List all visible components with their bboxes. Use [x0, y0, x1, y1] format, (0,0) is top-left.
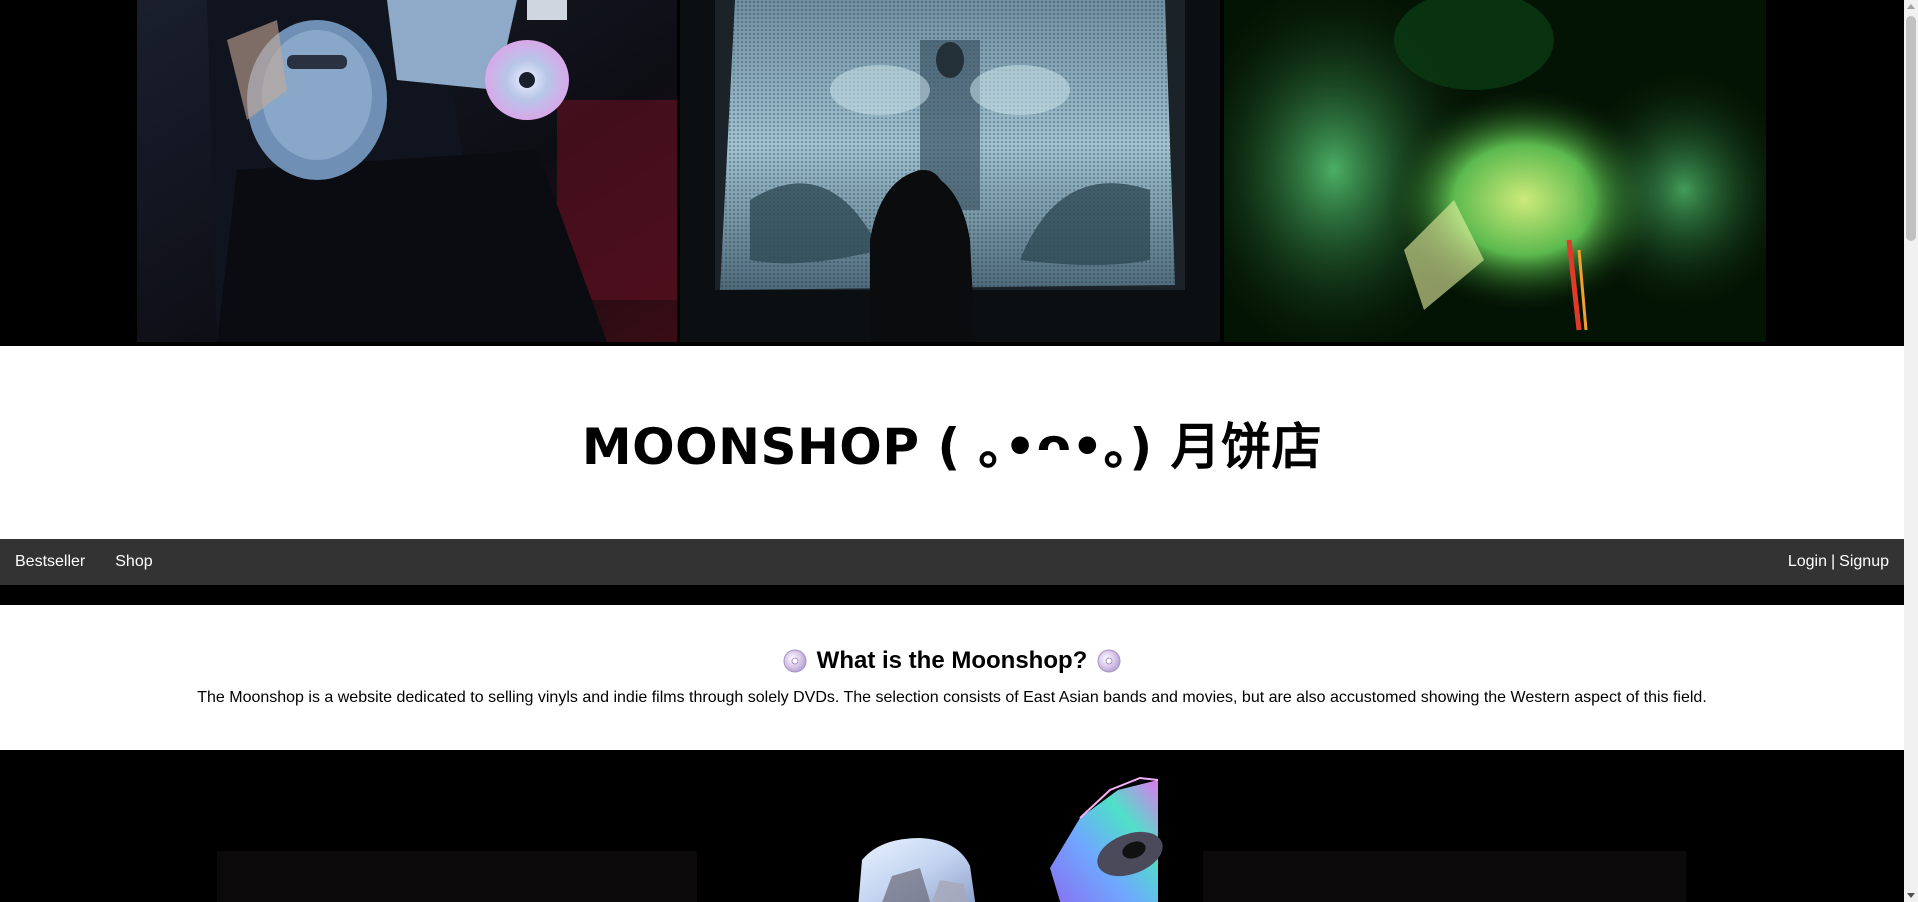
- featured-panel-left: [217, 851, 697, 902]
- cd-disc-icon: [783, 649, 807, 673]
- scroll-thumb[interactable]: [1906, 16, 1916, 241]
- vertical-scrollbar[interactable]: [1904, 0, 1918, 902]
- scroll-down-arrow-icon[interactable]: [1907, 893, 1915, 898]
- nav-links: Bestseller Shop: [0, 539, 168, 585]
- hero-image-green-blur: [1224, 0, 1766, 342]
- featured-panel-right: [1203, 851, 1686, 902]
- top-navbar: Bestseller Shop Login | Signup: [0, 539, 1904, 585]
- about-heading: What is the Moonshop?: [0, 647, 1904, 675]
- nav-link-shop[interactable]: Shop: [100, 539, 167, 585]
- hero-banner: [0, 0, 1904, 346]
- hero-image-screen-angel: [680, 0, 1220, 342]
- nav-link-bestseller[interactable]: Bestseller: [0, 539, 100, 585]
- auth-links: Login | Signup: [1788, 553, 1904, 571]
- hero-image-cd-player: [137, 0, 677, 342]
- about-description: The Moonshop is a website dedicated to s…: [197, 689, 1707, 706]
- 3d-disc-art: [858, 776, 1163, 902]
- cd-disc-icon: [1097, 649, 1121, 673]
- page: MOONSHOP ( ｡•ᴖ•｡) 月饼店 Bestseller Shop Lo…: [0, 0, 1918, 902]
- auth-separator: |: [1831, 553, 1836, 570]
- about-section: What is the Moonshop? The Moonshop is a …: [0, 605, 1904, 750]
- title-section: MOONSHOP ( ｡•ᴖ•｡) 月饼店: [0, 346, 1904, 539]
- scroll-up-arrow-icon[interactable]: [1907, 4, 1915, 9]
- login-link[interactable]: Login: [1788, 553, 1827, 571]
- site-title: MOONSHOP ( ｡•ᴖ•｡) 月饼店: [581, 417, 1323, 476]
- about-heading-text: What is the Moonshop?: [816, 647, 1088, 674]
- section-gap: [0, 585, 1904, 605]
- signup-link[interactable]: Signup: [1839, 553, 1889, 571]
- featured-section: [0, 750, 1904, 902]
